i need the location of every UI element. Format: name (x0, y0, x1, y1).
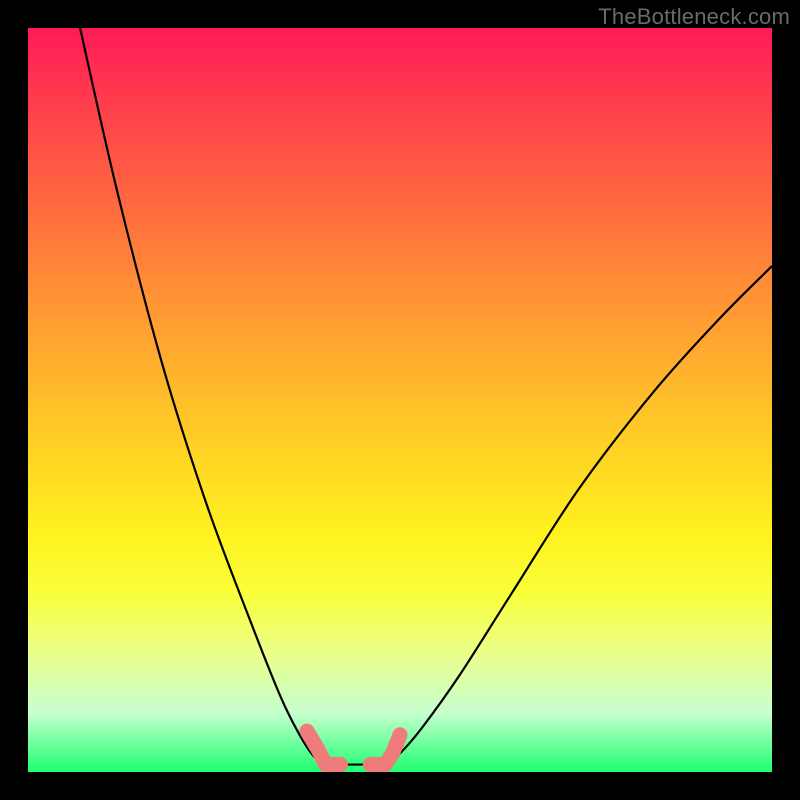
plot-area (28, 28, 772, 772)
pink-markers-right (370, 735, 400, 765)
right-curve (385, 266, 772, 764)
chart-frame: TheBottleneck.com (0, 0, 800, 800)
watermark-text: TheBottleneck.com (598, 4, 790, 30)
pink-markers-left (307, 731, 340, 764)
left-curve (80, 28, 326, 765)
chart-svg (28, 28, 772, 772)
